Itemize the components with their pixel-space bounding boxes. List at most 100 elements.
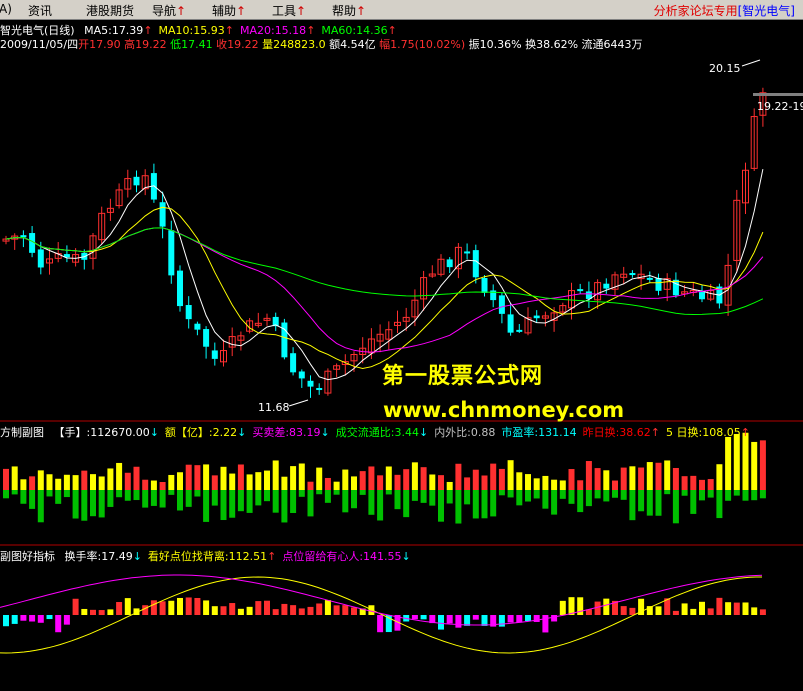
volume-bar-down — [699, 490, 705, 501]
last-price-marker — [753, 93, 803, 96]
volume-bar-down — [585, 490, 592, 507]
main-candles — [2, 87, 767, 398]
volume-bar-up — [107, 468, 114, 490]
volume-bar-down — [446, 490, 453, 504]
candle-down — [464, 251, 471, 254]
ma-legend-item-3: MA60:14.36 — [321, 24, 388, 37]
volume-bar-up — [594, 468, 601, 490]
volume-bar-up — [29, 476, 36, 490]
volume-bar-up — [438, 475, 444, 490]
volume-bar-up — [629, 466, 636, 490]
volume-bar-up — [81, 470, 88, 490]
volume-bar-up — [533, 478, 540, 490]
watermark-title: 第一股票公式网 — [382, 364, 544, 389]
candle-down — [290, 353, 297, 373]
volume-bar-down — [46, 490, 53, 497]
indicator-bar-up — [281, 603, 288, 615]
volume-bar-up — [150, 480, 157, 490]
volume-panel-header: 方制副图 【手】:112670.00↓ 额【亿】:2.22↓ 买卖差:83.19↓ 成… — [0, 426, 750, 439]
volume-bar-up — [185, 464, 192, 490]
volume-bar-down — [420, 490, 427, 503]
indicator-bar-up — [220, 606, 227, 615]
candle-down — [629, 273, 636, 276]
volume-bar-down — [542, 490, 549, 509]
indicator-bar-down — [525, 615, 531, 621]
indicator-bar-down — [411, 615, 418, 620]
volume-bar-up — [37, 470, 44, 490]
indicator-bar-up — [142, 605, 149, 615]
volume-bar-down — [612, 490, 618, 498]
indicator-bar-up — [98, 610, 105, 615]
volume-bar-up — [672, 467, 679, 490]
indicator-bar-up — [333, 605, 340, 615]
indicator-bar-up — [72, 598, 79, 615]
indicator-bar-down — [507, 615, 514, 623]
indicator-bar-up — [351, 607, 357, 615]
candle-down — [446, 259, 453, 268]
volume-bar-up — [507, 460, 514, 490]
volume-bar-down — [133, 490, 140, 501]
volume-bar-up — [177, 472, 183, 490]
indicator-bar-down — [20, 615, 27, 621]
volume-bar-up — [725, 436, 732, 490]
indicator-bar-up — [559, 600, 566, 615]
volume-bar-down — [72, 490, 79, 519]
volume-bar-down — [90, 490, 96, 517]
volume-bar-down — [333, 490, 340, 495]
indicator-bar-up — [194, 597, 201, 615]
indicator-bar-up — [568, 597, 575, 615]
volume-bar-up — [90, 474, 96, 490]
volume-bar-down — [655, 490, 662, 516]
volume-bar-down — [203, 490, 210, 522]
candle-down — [298, 371, 305, 379]
volume-bar-up — [272, 460, 279, 490]
volume-bar-down — [411, 490, 418, 501]
indicator-bar-down — [533, 615, 540, 622]
indicator-bar-up — [342, 605, 349, 615]
indicator-bar-up — [707, 608, 714, 615]
volume-bar-down — [281, 490, 288, 523]
volume-bar-up — [464, 477, 471, 490]
indicator-legend-item-1: 看好点位找背离:112.51 — [147, 550, 268, 563]
volume-bar-up — [481, 475, 488, 490]
volume-bar-up — [620, 467, 627, 490]
indicator-bar-down — [11, 615, 18, 624]
volume-bar-up — [237, 464, 244, 490]
indicator-bar-up — [620, 606, 627, 615]
volume-bar-down — [229, 490, 236, 518]
volume-bar-up — [638, 467, 645, 490]
indicator-bar-up — [307, 606, 314, 615]
candle-down — [307, 380, 314, 387]
indicator-bar-up — [324, 600, 331, 615]
volume-bar-down — [620, 490, 627, 500]
candle-down — [498, 295, 505, 314]
volume-bar-up — [63, 474, 70, 490]
volume-bar-down — [507, 490, 514, 498]
volume-bar-up — [446, 481, 453, 490]
volume-bar-up — [194, 465, 201, 490]
ma60-line — [5, 227, 764, 316]
volume-bar-up — [351, 476, 357, 490]
volume-bar-up — [281, 476, 288, 490]
volume-bar-down — [177, 490, 183, 511]
volume-bar-up — [124, 472, 131, 490]
volume-bar-up — [525, 474, 531, 490]
volume-bar-down — [81, 490, 88, 521]
volume-bar-up — [577, 480, 584, 490]
volume-bar-up — [516, 472, 523, 490]
volume-bar-down — [385, 490, 392, 495]
volume-bar-down — [725, 490, 732, 501]
volume-bar-up — [394, 474, 401, 490]
volume-bar-down — [220, 490, 227, 521]
volume-legend-item-0: 【手】:112670.00 — [53, 426, 150, 439]
volume-bar-up — [46, 474, 53, 490]
volume-bar-up — [359, 471, 366, 490]
ma-legend-item-0: MA5:17.39 — [84, 24, 144, 37]
indicator-bar-down — [542, 615, 549, 633]
indicator-bar-up — [229, 603, 236, 615]
volume-bar-down — [742, 490, 749, 501]
indicator-bar-down — [3, 615, 9, 627]
indicator-bar-down — [472, 615, 479, 620]
indicator-bar-up — [603, 598, 610, 615]
volume-bar-up — [229, 473, 236, 490]
